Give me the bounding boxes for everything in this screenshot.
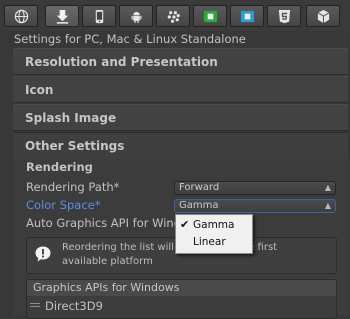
platform-tab-other[interactable] <box>306 5 340 27</box>
checkmark-icon: ✔ <box>180 218 190 231</box>
section-other-settings[interactable]: Other Settings <box>13 132 348 159</box>
dropdown-arrows-icon: ▲ <box>324 201 331 210</box>
platform-tab-blackberry[interactable] <box>156 5 190 27</box>
color-space-menu: ✔ Gamma Linear <box>175 214 253 254</box>
settings-title: Settings for PC, Mac & Linux Standalone <box>14 32 246 46</box>
html5-icon <box>277 9 292 24</box>
rendering-path-value: Forward <box>179 182 220 193</box>
color-space-label: Color Space* <box>26 198 101 212</box>
section-resolution-and-presentation[interactable]: Resolution and Presentation <box>13 48 348 75</box>
blackberry-icon <box>166 9 181 24</box>
platform-tab-standalone[interactable] <box>45 5 79 27</box>
rendering-heading: Rendering <box>26 160 93 174</box>
windows-store-icon <box>240 9 255 24</box>
drag-handle-icon[interactable] <box>30 302 40 308</box>
platform-tab-xbox[interactable] <box>193 5 227 27</box>
platform-tab-web[interactable] <box>4 5 38 27</box>
globe-icon <box>14 9 29 24</box>
platform-tab-windows-store[interactable] <box>230 5 264 27</box>
auto-graphics-api-label: Auto Graphics API for Wind <box>26 216 182 230</box>
platform-tab-bar <box>0 0 350 31</box>
dropdown-arrows-icon: ▲ <box>324 183 331 192</box>
download-icon <box>55 9 70 24</box>
graphics-api-list-header: Graphics APIs for Windows <box>27 280 336 296</box>
color-space-value: Gamma <box>179 200 219 211</box>
phone-icon <box>92 9 107 24</box>
color-space-dropdown[interactable]: Gamma ▲ <box>174 199 336 213</box>
section-splash-image[interactable]: Splash Image <box>13 104 348 131</box>
platform-tab-android[interactable] <box>119 5 153 27</box>
android-icon <box>129 9 144 24</box>
menu-item-gamma[interactable]: Gamma <box>193 218 234 232</box>
help-text-line2: available platform <box>62 256 153 267</box>
menu-item-linear[interactable]: Linear <box>193 235 226 249</box>
platform-tab-ios[interactable] <box>82 5 116 27</box>
rendering-path-dropdown[interactable]: Forward ▲ <box>174 181 336 195</box>
xbox-icon <box>203 9 218 24</box>
info-icon <box>34 245 52 266</box>
platform-tab-webgl[interactable] <box>267 5 301 27</box>
graphics-api-item[interactable]: Direct3D9 <box>45 299 103 313</box>
section-icon[interactable]: Icon <box>13 76 348 103</box>
help-text-line1-left: Reordering the list will <box>62 242 174 253</box>
cube-icon <box>316 9 331 24</box>
rendering-path-label: Rendering Path* <box>26 180 120 194</box>
